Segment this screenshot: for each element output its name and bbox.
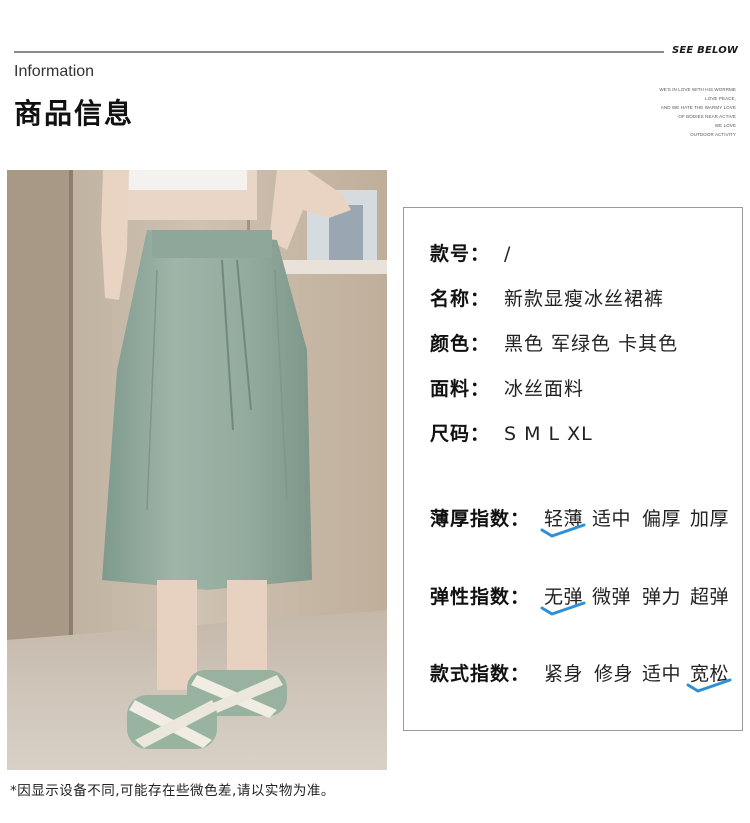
tagline-line: WE LOVE — [714, 123, 736, 128]
spec-row-size: 尺码： S M L XL — [430, 422, 592, 446]
spec-value: S M L XL — [504, 423, 593, 445]
spec-row-style-no: 款号： / — [430, 242, 510, 266]
tagline-line: WE'S IN LOVE WITH HIS WORRME — [659, 87, 736, 92]
tagline: WE'S IN LOVE WITH HIS WORRME LOVE PEACE,… — [626, 85, 736, 139]
header-divider — [14, 51, 664, 53]
scale-option-label: 适中 — [642, 663, 682, 685]
spec-key: 尺码： — [430, 423, 491, 445]
product-photo — [7, 170, 387, 770]
spec-panel: 款号： / 名称： 新款显瘦冰丝裙裤 颜色： 黑色 军绿色 卡其色 面料： 冰丝… — [403, 207, 743, 731]
tagline-line: OF BODIES NEAR ACTIVE — [678, 114, 736, 119]
scale-option-label: 微弹 — [592, 586, 632, 608]
checkmark-icon — [540, 523, 586, 538]
scale-option-label: 适中 — [592, 508, 632, 530]
scale-key: 弹性指数： — [430, 586, 531, 608]
spec-row-color: 颜色： 黑色 军绿色 卡其色 — [430, 332, 677, 356]
checkmark-icon — [540, 601, 586, 616]
spec-key: 颜色： — [430, 333, 491, 355]
scale-option-label: 紧身 — [544, 663, 584, 685]
spec-value: 冰丝面料 — [504, 378, 585, 400]
see-below-label: SEE BELOW — [672, 45, 739, 56]
color-disclaimer: *因显示设备不同,可能存在些微色差,请以实物为准。 — [10, 783, 335, 799]
spec-row-name: 名称： 新款显瘦冰丝裙裤 — [430, 287, 663, 311]
spec-key: 面料： — [430, 378, 491, 400]
spec-value: 黑色 军绿色 卡其色 — [504, 333, 679, 355]
spec-key: 款号： — [430, 243, 491, 265]
scale-thickness: 薄厚指数： 轻薄 适中 偏厚 加厚 — [430, 507, 729, 538]
scale-option: 无弹 — [540, 585, 586, 616]
scale-option: 轻薄 — [540, 507, 586, 538]
spec-value: 新款显瘦冰丝裙裤 — [504, 288, 665, 310]
scale-option-label: 修身 — [594, 663, 634, 685]
checkmark-icon — [686, 678, 732, 693]
scale-option-label: 超弹 — [690, 586, 730, 608]
scale-option-label: 弹力 — [642, 586, 682, 608]
tagline-line: LOVE PEACE, — [705, 96, 736, 101]
spec-row-fabric: 面料： 冰丝面料 — [430, 377, 583, 401]
scale-key: 款式指数： — [430, 663, 531, 685]
tagline-line: AND WE HATE THE WARMY LOVE — [660, 105, 736, 110]
scale-option-label: 加厚 — [690, 508, 730, 530]
scale-elasticity: 弹性指数： 无弹 微弹 弹力 超弹 — [430, 585, 729, 616]
tagline-line: OUTDOOR ACTIVITY — [690, 132, 736, 137]
scale-fit: 款式指数： 紧身 修身 适中 宽松 — [430, 662, 732, 693]
section-title-en: Information — [14, 63, 95, 80]
scale-option-label: 偏厚 — [642, 508, 682, 530]
spec-key: 名称： — [430, 288, 491, 310]
spec-value: / — [504, 243, 512, 265]
scale-key: 薄厚指数： — [430, 508, 531, 530]
scale-option: 宽松 — [686, 662, 732, 693]
section-title-cn: 商品信息 — [14, 97, 135, 130]
